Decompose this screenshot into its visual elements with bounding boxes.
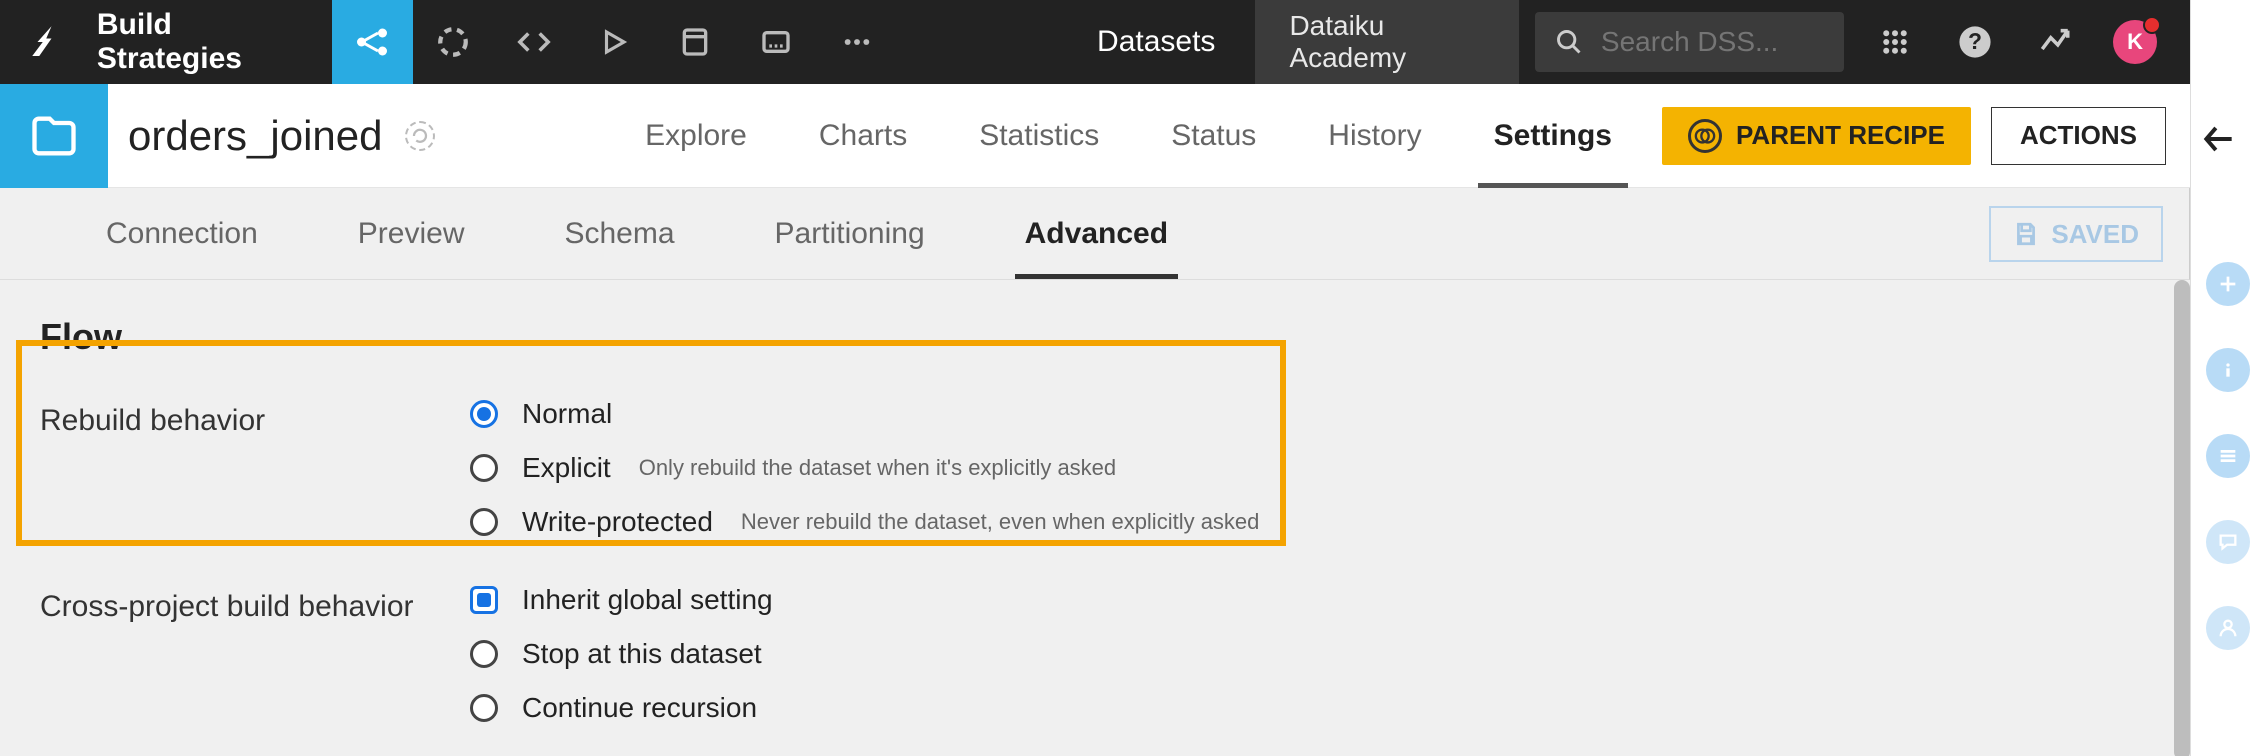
tab-status[interactable]: Status [1135,84,1292,188]
rail-user-icon[interactable] [2206,606,2250,650]
code-icon[interactable] [493,0,574,84]
subtab-advanced[interactable]: Advanced [975,188,1218,279]
opt-rebuild-normal[interactable]: Normal [522,398,612,430]
svg-text:?: ? [1968,28,1982,54]
nav-datasets[interactable]: Datasets [1057,0,1255,84]
activity-icon[interactable] [2020,0,2090,84]
hint-rebuild-writeprotected: Never rebuild the dataset, even when exp… [741,509,1260,535]
rebuild-behavior-label: Rebuild behavior [40,398,470,438]
lifecycle-icon[interactable] [413,0,494,84]
more-icon[interactable] [816,0,897,84]
radio-cp-continue[interactable] [470,694,498,722]
subtab-partitioning[interactable]: Partitioning [725,188,975,279]
rail-info-icon[interactable] [2206,348,2250,392]
scrollbar-thumb[interactable] [2174,280,2190,756]
play-icon[interactable] [574,0,655,84]
section-title-flow: Flow [40,316,2150,358]
notification-dot-icon [2143,16,2161,34]
join-icon [1688,119,1722,153]
radio-rebuild-writeprotected[interactable] [470,508,498,536]
rail-list-icon[interactable] [2206,434,2250,478]
tab-explore[interactable]: Explore [609,84,783,188]
radio-rebuild-explicit[interactable] [470,454,498,482]
search-input[interactable] [1601,26,1824,58]
radio-cp-stop[interactable] [470,640,498,668]
settings-subtabs: Connection Preview Schema Partitioning A… [0,188,2190,280]
right-rail [2190,0,2264,756]
cross-project-label: Cross-project build behavior [40,584,470,624]
user-avatar[interactable]: K [2100,0,2170,84]
avatar-letter: K [2127,29,2143,55]
opt-cp-inherit[interactable]: Inherit global setting [522,584,773,616]
back-arrow-icon[interactable] [2200,120,2238,158]
dataiku-logo-icon[interactable] [0,0,97,84]
opt-rebuild-explicit[interactable]: Explicit [522,452,611,484]
tab-charts[interactable]: Charts [783,84,943,188]
content-area: Flow Rebuild behavior Normal Explicit On… [0,280,2190,756]
opt-cp-continue[interactable]: Continue recursion [522,692,757,724]
dataset-name: orders_joined [128,112,383,160]
opt-cp-stop[interactable]: Stop at this dataset [522,638,762,670]
saved-label: SAVED [2051,219,2139,250]
tab-history[interactable]: History [1292,84,1457,188]
project-title[interactable]: Build Strategies [97,0,332,84]
dataset-folder-icon[interactable] [0,84,108,188]
parent-recipe-label: PARENT RECIPE [1736,120,1945,151]
academy-link[interactable]: Dataiku Academy [1255,0,1518,84]
flow-icon[interactable] [332,0,413,84]
saved-button[interactable]: SAVED [1989,206,2163,262]
opt-rebuild-writeprotected[interactable]: Write-protected [522,506,713,538]
rail-plus-icon[interactable] [2206,262,2250,306]
apps-grid-icon[interactable] [1860,0,1930,84]
refresh-status-icon[interactable] [405,121,435,151]
radio-cp-inherit[interactable] [470,586,498,614]
dataset-header: orders_joined Explore Charts Statistics … [0,84,2190,188]
subtab-preview[interactable]: Preview [308,188,515,279]
hint-rebuild-explicit: Only rebuild the dataset when it's expli… [639,455,1116,481]
search-icon [1555,28,1583,56]
dashboard-icon[interactable] [655,0,736,84]
subtab-connection[interactable]: Connection [56,188,308,279]
help-icon[interactable]: ? [1940,0,2010,84]
actions-button[interactable]: ACTIONS [1991,107,2166,165]
tab-settings[interactable]: Settings [1458,84,1648,188]
radio-rebuild-normal[interactable] [470,400,498,428]
tab-statistics[interactable]: Statistics [943,84,1135,188]
save-disk-icon [2013,221,2039,247]
app-icon[interactable] [736,0,817,84]
subtab-schema[interactable]: Schema [514,188,724,279]
parent-recipe-button[interactable]: PARENT RECIPE [1662,107,1971,165]
rail-chat-icon[interactable] [2206,520,2250,564]
topbar: Build Strategies Datasets Dataiku Academ… [0,0,2190,84]
search-box[interactable] [1535,12,1844,72]
